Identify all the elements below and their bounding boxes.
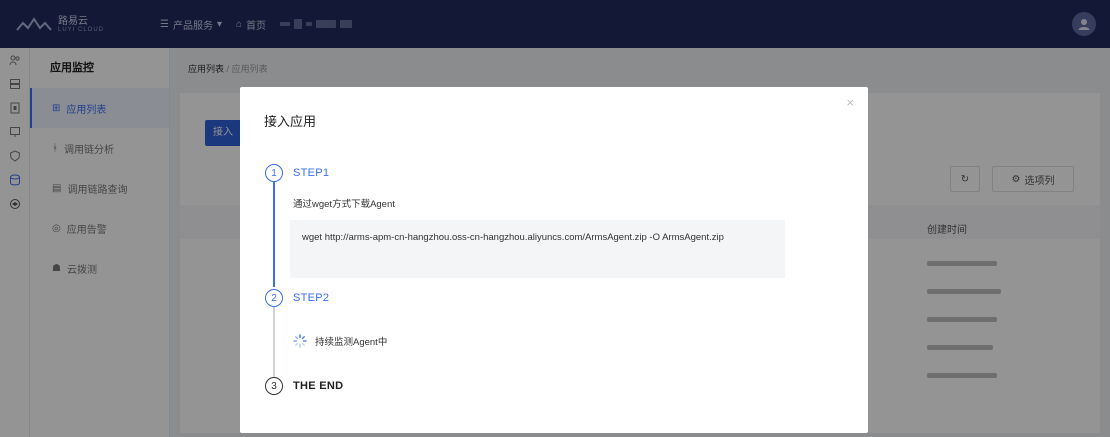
step-connector bbox=[273, 182, 275, 287]
modal-title: 接入应用 bbox=[264, 114, 317, 129]
step-3-label: THE END bbox=[293, 380, 344, 392]
step-1-description: 通过wget方式下载Agent bbox=[293, 199, 395, 210]
connect-app-modal: 接入应用 × 1 STEP1 通过wget方式下载Agent wget http… bbox=[240, 87, 868, 433]
step-1-label: STEP1 bbox=[293, 167, 330, 179]
step-1-indicator: 1 bbox=[265, 164, 283, 182]
wget-command[interactable]: wget http://arms-apm-cn-hangzhou.oss-cn-… bbox=[290, 220, 785, 278]
step-2-label: STEP2 bbox=[293, 292, 330, 304]
loading-spinner-icon bbox=[293, 334, 307, 348]
step-2-indicator: 2 bbox=[265, 289, 283, 307]
agent-monitoring-text: 持续监测Agent中 bbox=[315, 337, 388, 348]
step-connector bbox=[273, 307, 275, 381]
close-icon[interactable]: × bbox=[846, 95, 854, 110]
step-3-indicator: 3 bbox=[265, 377, 283, 395]
agent-monitoring-status: 持续监测Agent中 bbox=[293, 334, 387, 348]
